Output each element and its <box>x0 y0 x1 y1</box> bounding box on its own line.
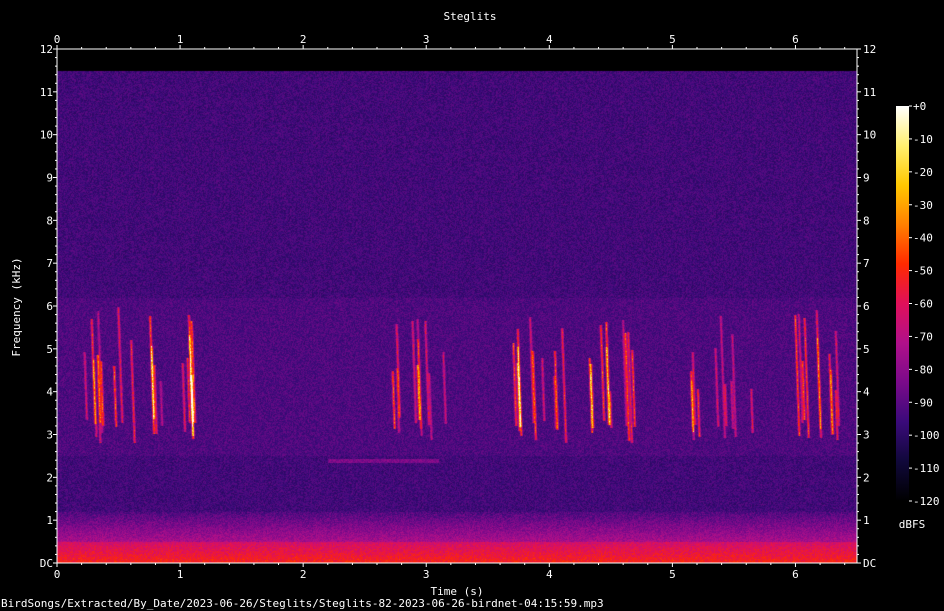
y-tick-label-right: 4 <box>863 386 870 399</box>
y-tick-label-right: 8 <box>863 214 870 227</box>
colorbar-tick-label: -50 <box>913 265 933 278</box>
x-tick-label-bottom: 4 <box>546 568 553 581</box>
colorbar-tick-label: -90 <box>913 396 933 409</box>
x-tick-label-bottom: 6 <box>792 568 799 581</box>
x-tick-label-bottom: 2 <box>300 568 307 581</box>
y-tick-label-left: 1 <box>46 514 53 527</box>
y-tick-label-left: 12 <box>40 43 53 56</box>
y-tick-label-left: 5 <box>46 343 53 356</box>
y-tick-label-left: 8 <box>46 214 53 227</box>
footer-filename: BirdSongs/Extracted/By_Date/2023-06-26/S… <box>1 597 604 610</box>
x-tick-label-top: 1 <box>177 33 184 46</box>
colorbar-tick-label: -70 <box>913 330 933 343</box>
colorbar-tick-label: -110 <box>913 462 940 475</box>
y-tick-label-left: 10 <box>40 129 53 142</box>
y-tick-label-left: DC <box>40 557 53 570</box>
colorbar-tick-label: -10 <box>913 133 933 146</box>
colorbar-tick-label: -100 <box>913 429 940 442</box>
colorbar-tick-label: -30 <box>913 199 933 212</box>
y-tick-label-right: 5 <box>863 343 870 356</box>
y-tick-label-right: 1 <box>863 514 870 527</box>
colorbar-gradient <box>896 106 909 501</box>
y-tick-label-right: 11 <box>863 86 876 99</box>
y-tick-label-left: 4 <box>46 386 53 399</box>
colorbar-tick-label: -120 <box>913 495 940 508</box>
y-tick-label-left: 6 <box>46 300 53 313</box>
x-tick-label-top: 6 <box>792 33 799 46</box>
x-tick-label-top: 3 <box>423 33 430 46</box>
y-tick-label-right: 9 <box>863 172 870 185</box>
colorbar-ticks: +0 -10 -20 -30 -40 -50 -60 -70 -80 -90 -100 -110 -12… <box>909 100 940 508</box>
colorbar: +0 -10 -20 -30 -40 -50 -60 -70 -80 -90 -100 -110 -12… <box>896 100 940 531</box>
x-tick-label-top: 4 <box>546 33 553 46</box>
colorbar-tick-label: -80 <box>913 363 933 376</box>
y-tick-label-right: 12 <box>863 43 876 56</box>
x-tick-label-top: 5 <box>669 33 676 46</box>
x-tick-label-top: 0 <box>54 33 61 46</box>
y-tick-label-left: 2 <box>46 471 53 484</box>
x-tick-label-bottom: 1 <box>177 568 184 581</box>
y-tick-label-left: 11 <box>40 86 53 99</box>
y-tick-label-left: 9 <box>46 172 53 185</box>
plot-border <box>56 48 858 564</box>
x-tick-label-bottom: 3 <box>423 568 430 581</box>
x-axis-bottom: 0 1 2 3 4 5 6 <box>54 563 846 581</box>
y-tick-label-left: 3 <box>46 429 53 442</box>
colorbar-tick-label: -40 <box>913 232 933 245</box>
y-axis-label: Frequency (kHz) <box>10 257 23 356</box>
x-tick-label-bottom: 0 <box>54 568 61 581</box>
spectrogram-chart: Steglits 0123456 0123456 DC1234567891011… <box>1 10 940 610</box>
x-tick-label-top: 2 <box>300 33 307 46</box>
y-tick-label-left: 7 <box>46 257 53 270</box>
colorbar-tick-label: +0 <box>913 100 926 113</box>
y-tick-label-right: 3 <box>863 429 870 442</box>
axes-frame <box>56 48 858 564</box>
y-tick-label-right: 10 <box>863 129 876 142</box>
x-tick-label-bottom: 5 <box>669 568 676 581</box>
y-axis-right: DC123456789101112 <box>857 43 876 570</box>
x-axis-top: 0 1 2 3 4 5 6 <box>54 33 846 49</box>
chart-title: Steglits <box>444 10 497 23</box>
y-tick-label-right: 6 <box>863 300 870 313</box>
colorbar-tick-label: -20 <box>913 166 933 179</box>
y-axis-left: DC123456789101112 <box>40 43 57 570</box>
colorbar-tick-label: -60 <box>913 298 933 311</box>
y-tick-label-right: 7 <box>863 257 870 270</box>
y-tick-label-right: DC <box>863 557 876 570</box>
colorbar-label: dBFS <box>899 518 926 531</box>
y-tick-label-right: 2 <box>863 471 870 484</box>
